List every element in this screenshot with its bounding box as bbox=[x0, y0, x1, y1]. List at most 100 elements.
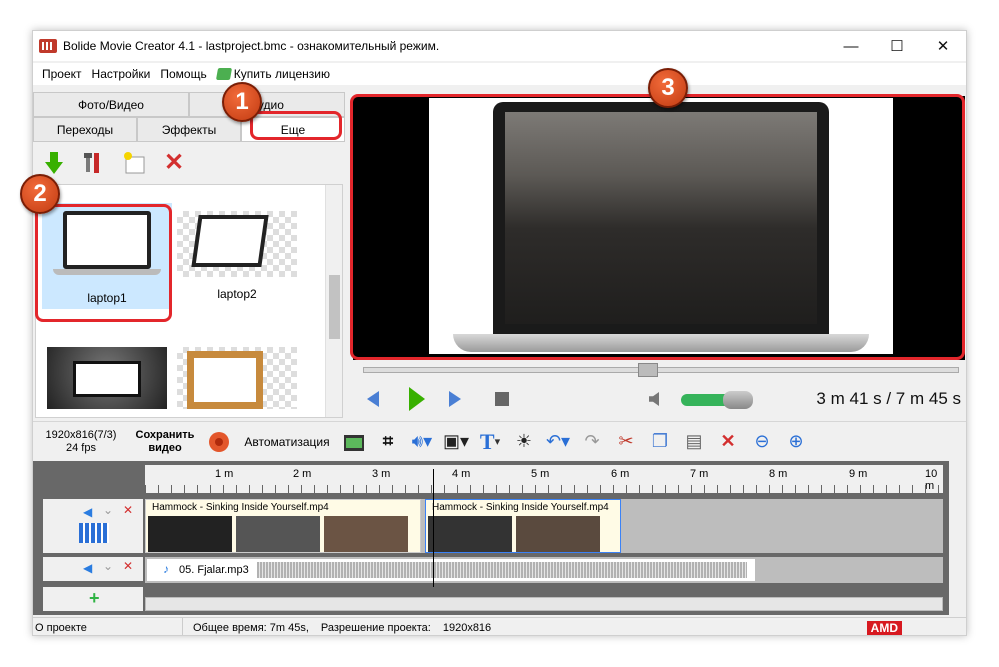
video-clip[interactable]: Hammock - Sinking Inside Yourself.mp4 bbox=[145, 499, 421, 553]
audio-track-header: ◀ ⌄ ✕ bbox=[43, 557, 143, 581]
timeline-vscrollbar[interactable] bbox=[949, 461, 966, 615]
track-collapse-icon[interactable]: ⌄ bbox=[103, 559, 113, 573]
crop-button[interactable]: ⌗ bbox=[371, 427, 405, 457]
minimize-button[interactable]: — bbox=[828, 31, 874, 61]
playhead[interactable] bbox=[433, 469, 434, 587]
playback-controls: 3 m 41 s / 7 m 45 s bbox=[353, 383, 965, 415]
music-note-icon: ♪ bbox=[163, 562, 169, 576]
title-bar: Bolide Movie Creator 4.1 - lastproject.b… bbox=[33, 31, 966, 61]
preview-seekbar[interactable] bbox=[363, 363, 959, 377]
add-to-timeline-button[interactable] bbox=[41, 150, 67, 176]
track-arrow-icon[interactable]: ◀ bbox=[83, 505, 92, 519]
save-video-button[interactable]: Сохранить видео bbox=[129, 429, 201, 455]
track-collapse-icon[interactable]: ⌄ bbox=[103, 503, 113, 517]
timeline: 1 m 2 m 3 m 4 m 5 m 6 m 7 m 8 m 9 m 10 m… bbox=[33, 461, 966, 615]
clip-frame bbox=[236, 516, 320, 552]
redo-icon: ↷ bbox=[584, 431, 600, 451]
status-summary: Общее время: 7m 45s, Разрешение проекта:… bbox=[183, 618, 501, 635]
cut-icon: ✂ bbox=[618, 431, 634, 451]
media-toolbar: ✕ bbox=[33, 145, 345, 181]
delete-clip-button[interactable]: ✕ bbox=[711, 427, 745, 457]
maximize-button[interactable]: ☐ bbox=[874, 31, 920, 61]
automation-button[interactable]: Автоматизация bbox=[237, 435, 337, 449]
next-frame-icon[interactable] bbox=[449, 391, 461, 407]
text-button[interactable]: T ▾ bbox=[473, 427, 507, 457]
copy-button[interactable]: ❐ bbox=[643, 427, 677, 457]
step-badge-3: 3 bbox=[648, 68, 688, 108]
resolution-text: 1920x816(7/3) bbox=[45, 428, 117, 441]
menu-project[interactable]: Проект bbox=[37, 67, 87, 81]
clip-frame bbox=[148, 516, 232, 552]
new-item-button[interactable] bbox=[121, 150, 147, 176]
track-delete-icon[interactable]: ✕ bbox=[123, 559, 133, 573]
track-arrow-icon[interactable]: ◀ bbox=[83, 561, 92, 575]
paste-button[interactable]: ▤ bbox=[677, 427, 711, 457]
video-track: Hammock - Sinking Inside Yourself.mp4 Ha… bbox=[145, 499, 943, 553]
tab-photo-video[interactable]: Фото/Видео bbox=[33, 92, 189, 117]
seek-thumb[interactable] bbox=[637, 363, 658, 377]
menu-buy-license[interactable]: Купить лицензию bbox=[212, 67, 335, 81]
undo-button[interactable]: ↶▾ bbox=[541, 427, 575, 457]
video-effects-button[interactable]: ▣▾ bbox=[439, 427, 473, 457]
new-file-icon bbox=[124, 152, 145, 174]
video-clip[interactable]: Hammock - Sinking Inside Yourself.mp4 bbox=[425, 499, 621, 553]
clip-frame bbox=[516, 516, 600, 552]
stop-button[interactable] bbox=[495, 392, 509, 406]
paste-icon: ▤ bbox=[685, 431, 703, 451]
redo-button[interactable]: ↷ bbox=[575, 427, 609, 457]
play-button[interactable] bbox=[409, 387, 425, 411]
gallery-scroll-thumb[interactable] bbox=[329, 275, 340, 339]
fps-text: 24 fps bbox=[66, 441, 96, 454]
clip-frame bbox=[428, 516, 512, 552]
text-icon: T bbox=[479, 428, 495, 454]
time-ruler[interactable]: 1 m 2 m 3 m 4 m 5 m 6 m 7 m 8 m 9 m 10 m bbox=[145, 465, 943, 493]
undo-icon: ↶▾ bbox=[545, 431, 571, 451]
speaker-icon[interactable] bbox=[649, 392, 659, 406]
status-bar: О проекте Общее время: 7m 45s, Разрешени… bbox=[33, 617, 966, 635]
app-logo-icon bbox=[39, 39, 57, 53]
tools-button[interactable] bbox=[81, 150, 107, 176]
close-button[interactable]: ✕ bbox=[920, 31, 966, 61]
total-time: Общее время: 7m 45s, bbox=[193, 621, 309, 634]
ruler-label: 4 m bbox=[452, 468, 471, 480]
tab-transitions[interactable]: Переходы bbox=[33, 117, 137, 142]
gallery-item-3[interactable] bbox=[42, 347, 172, 411]
menu-settings[interactable]: Настройки bbox=[87, 67, 156, 81]
time-current: 3 m 41 s bbox=[816, 389, 882, 408]
ruler-label: 2 m bbox=[293, 468, 312, 480]
resolution-label: Разрешение проекта: bbox=[320, 621, 431, 634]
ruler-label: 6 m bbox=[611, 468, 630, 480]
gallery-item-4[interactable] bbox=[172, 347, 302, 411]
audio-clip[interactable]: ♪ 05. Fjalar.mp3 bbox=[147, 559, 755, 581]
ruler-ticks bbox=[145, 485, 943, 493]
track-delete-icon[interactable]: ✕ bbox=[123, 503, 133, 517]
tools-icon bbox=[84, 153, 99, 173]
zoom-in-icon: ⊕ bbox=[788, 431, 804, 451]
gallery-scrollbar[interactable] bbox=[325, 185, 342, 417]
prev-frame-icon[interactable] bbox=[367, 391, 379, 407]
ruler-label: 7 m bbox=[690, 468, 709, 480]
audio-waveform bbox=[257, 562, 747, 578]
save-label-1: Сохранить bbox=[135, 428, 195, 441]
delete-button[interactable]: ✕ bbox=[161, 150, 187, 176]
menu-help[interactable]: Помощь bbox=[155, 67, 211, 81]
tab-effects[interactable]: Эффекты bbox=[137, 117, 241, 142]
crop-icon: ⌗ bbox=[382, 431, 394, 451]
volume-button[interactable]: 🔊︎▾ bbox=[405, 427, 439, 457]
callout-laptop1 bbox=[35, 204, 172, 322]
about-project[interactable]: О проекте bbox=[33, 618, 183, 635]
brightness-button[interactable]: ☀︎ bbox=[507, 427, 541, 457]
timeline-scrollbar[interactable] bbox=[145, 597, 943, 611]
volume-icon: 🔊︎▾ bbox=[411, 431, 433, 451]
add-clip-button[interactable] bbox=[337, 427, 371, 457]
laptop-thumb-icon bbox=[191, 215, 269, 267]
cut-button[interactable]: ✂ bbox=[609, 427, 643, 457]
zoom-in-button[interactable]: ⊕ bbox=[779, 427, 813, 457]
time-display: 3 m 41 s / 7 m 45 s bbox=[816, 389, 961, 409]
add-track-icon[interactable]: + bbox=[89, 588, 100, 609]
volume-knob[interactable] bbox=[723, 391, 753, 409]
gallery-item-laptop2[interactable]: laptop2 bbox=[172, 203, 302, 309]
zoom-out-button[interactable]: ⊖ bbox=[745, 427, 779, 457]
record-icon[interactable] bbox=[209, 431, 229, 452]
step-badge-1: 1 bbox=[222, 82, 262, 122]
